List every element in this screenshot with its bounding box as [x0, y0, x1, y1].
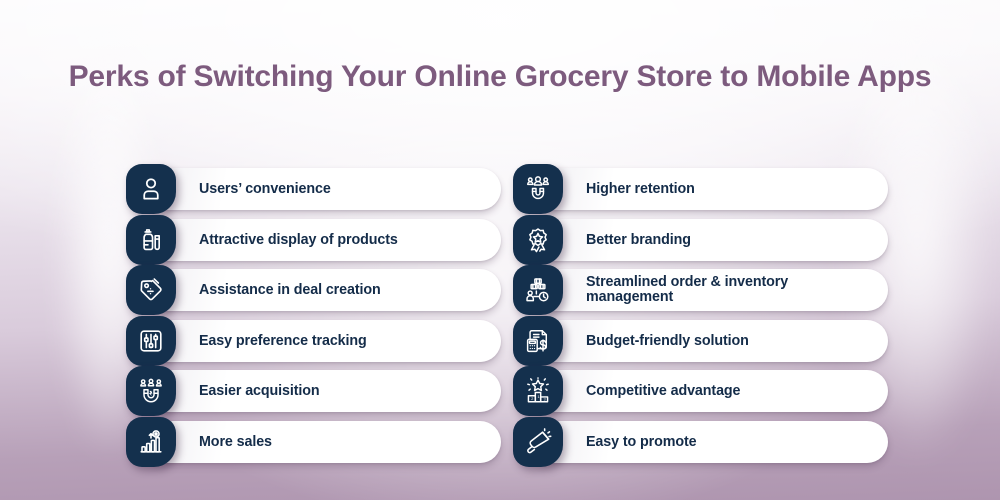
list-item[interactable]: More sales	[126, 416, 501, 467]
bar-chart-growth-icon	[126, 416, 176, 467]
list-item-label: Streamlined order & inventory management	[586, 274, 789, 306]
list-item-label: Assistance in deal creation	[199, 282, 381, 299]
benefits-column-left: Users’ convenience Attractive display of…	[126, 164, 501, 467]
benefits-column-right: Higher retention Better branding Streaml…	[513, 164, 888, 467]
podium-star-icon: 2 1 3	[513, 366, 563, 417]
list-item[interactable]: Users’ convenience	[126, 164, 501, 214]
award-badge-icon	[513, 214, 563, 265]
user-icon	[126, 164, 176, 214]
list-item[interactable]: Easy preference tracking	[126, 315, 501, 366]
list-item-label: Users’ convenience	[199, 181, 331, 197]
list-item-label: Competitive advantage	[586, 383, 741, 400]
list-item[interactable]: Better branding	[513, 214, 888, 265]
list-item[interactable]: Assistance in deal creation	[126, 265, 501, 316]
svg-text:2: 2	[531, 396, 533, 401]
list-item-label: Higher retention	[586, 181, 695, 197]
svg-text:1: 1	[537, 394, 539, 399]
list-item-label: Easy preference tracking	[199, 332, 367, 349]
list-item[interactable]: Attractive display of products	[126, 214, 501, 265]
sliders-icon	[126, 315, 176, 366]
page-title: Perks of Switching Your Online Grocery S…	[68, 60, 932, 93]
list-item[interactable]: Easier acquisition	[126, 366, 501, 417]
calculator-invoice-icon	[513, 315, 563, 366]
megaphone-icon	[513, 416, 563, 467]
list-item[interactable]: Budget-friendly solution	[513, 315, 888, 366]
benefits-columns: Users’ convenience Attractive display of…	[0, 164, 1000, 478]
list-item-label: Easy to promote	[586, 433, 697, 450]
list-item[interactable]: Higher retention	[513, 164, 888, 214]
list-item-label: Budget-friendly solution	[586, 332, 749, 349]
retention-magnet-icon	[513, 164, 563, 214]
list-item-label: Better branding	[586, 231, 691, 248]
inventory-management-icon	[513, 265, 563, 316]
list-item[interactable]: Easy to promote	[513, 416, 888, 467]
list-item-label: Attractive display of products	[199, 231, 398, 248]
infographic-canvas: Perks of Switching Your Online Grocery S…	[0, 0, 1000, 500]
list-item[interactable]: Streamlined order & inventory management	[513, 265, 888, 316]
price-tag-icon	[126, 265, 176, 316]
bottle-products-icon	[126, 214, 176, 265]
list-item-label: Easier acquisition	[199, 383, 320, 400]
list-item[interactable]: 2 1 3 Competitive advantage	[513, 366, 888, 417]
list-item-label: More sales	[199, 433, 272, 450]
magnet-users-icon	[126, 366, 176, 417]
